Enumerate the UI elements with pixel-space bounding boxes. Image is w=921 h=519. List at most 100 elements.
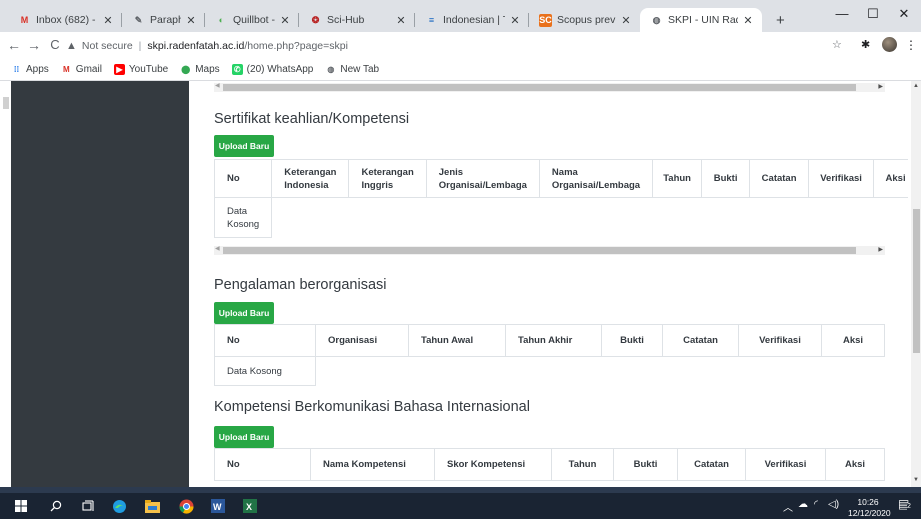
scrollbar-thumb[interactable] [223,84,856,91]
scrollbar-thumb[interactable] [913,209,920,353]
col-header: Skor Kompetensi [434,448,552,481]
upload-button-organisasi[interactable]: Upload Baru [214,302,274,324]
youtube-icon: ▶ [113,64,125,75]
close-tab-icon[interactable]: ✕ [395,14,407,27]
col-header: No [214,324,316,357]
bookmark-item[interactable]: ⁞⁞ Apps [11,64,49,75]
back-button[interactable]: ← [6,37,22,53]
tray-chevron-icon[interactable]: ︿ [783,499,793,514]
col-header: Catatan [749,159,810,198]
close-tab-icon[interactable]: ✕ [102,14,114,27]
bookmark-item[interactable]: ⬤ Maps [180,64,219,75]
browser-tab[interactable]: ◍ SKPI - UIN Raden ✕ [640,8,762,32]
security-label: Not secure [81,39,133,52]
horizontal-scrollbar[interactable]: ◀ ▶ [214,83,885,92]
close-window-button[interactable]: ✕ [889,6,919,22]
bookmark-item[interactable]: ▶ YouTube [113,64,168,75]
apps-grid-icon: ⁞⁞ [13,65,20,74]
scroll-right-icon[interactable]: ▶ [878,83,883,90]
bookmark-item[interactable]: ✆ (20) WhatsApp [231,64,314,75]
table-header-row: No Nama Kompetensi Skor Kompetensi Tahun… [214,448,885,481]
notification-count: 2 [907,503,911,510]
maximize-button[interactable]: ☐ [858,6,888,22]
close-tab-icon[interactable]: ✕ [279,14,291,27]
new-tab-button[interactable]: + [776,12,785,29]
vertical-scrollbar[interactable]: ▲ ▼ [911,81,921,487]
browser-tab[interactable]: ◐ Quillbot - Chrome ✕ [205,8,299,32]
gmail-icon: M [62,65,70,74]
browser-toolbar: ← → C ▲ Not secure | skpi.radenfatah.ac.… [0,32,921,59]
scrollbar-thumb[interactable] [223,247,856,254]
upload-button-sertifikat[interactable]: Upload Baru [214,135,274,157]
task-view-icon[interactable] [80,498,96,514]
table-row: Data Kosong [213,197,908,238]
minimize-button[interactable]: — [827,6,857,21]
gutter-handle [3,97,9,109]
empty-data-cell: Data Kosong [213,197,273,238]
wifi-icon[interactable]: ◜ [814,499,818,510]
scopus-icon: SC [539,13,552,27]
close-tab-icon[interactable]: ✕ [742,14,754,27]
left-gutter [0,81,11,487]
reload-button[interactable]: C [47,37,63,52]
url-host: skpi.radenfatah.ac.id [147,39,245,52]
bookmark-label: (20) WhatsApp [246,64,314,75]
edge-browser-icon[interactable] [111,498,127,514]
word-icon[interactable]: W [210,498,226,514]
search-icon[interactable] [48,498,64,514]
browser-tab[interactable]: M Inbox (682) - irhar ✕ [8,8,122,32]
table-header-row: No Organisasi Tahun Awal Tahun Akhir Buk… [214,324,885,357]
scroll-up-icon[interactable]: ▲ [913,83,919,89]
bookmark-label: New Tab [340,64,380,75]
file-explorer-icon[interactable] [144,498,160,514]
extension-icon[interactable]: ✱ [861,38,870,51]
forward-button[interactable]: → [26,37,42,53]
col-header: Aksi [821,324,885,357]
windows-start-icon[interactable] [13,498,29,514]
profile-avatar[interactable] [882,37,897,52]
tab-title: Indonesian | Thin [443,14,505,26]
close-tab-icon[interactable]: ✕ [620,14,632,27]
col-header: Verifikasi [745,448,826,481]
browser-tab[interactable]: SC Scopus preview - ✕ [529,8,640,32]
col-header: Nama Kompetensi [310,448,435,481]
maps-pin-icon: ⬤ [181,65,191,74]
tab-strip: M Inbox (682) - irhar ✕ ✎ Paraphrasing Tool ✕… [0,0,921,32]
bookmark-item[interactable]: ◍ New Tab [325,64,379,75]
tab-title: SKPI - UIN Raden [668,14,738,26]
excel-icon[interactable]: X [242,498,258,514]
star-icon[interactable]: ☆ [832,38,842,51]
menu-kebab-icon[interactable]: ⋮ [905,38,917,52]
browser-tab[interactable]: ❂ Sci-Hub ✕ [299,8,415,32]
scroll-down-icon[interactable]: ▼ [913,477,919,483]
horizontal-scrollbar[interactable]: ◀ ▶ [214,246,885,255]
bookmark-item[interactable]: M Gmail [61,64,102,75]
col-header: Catatan [662,324,739,357]
tab-title: Sci-Hub [327,14,365,26]
close-tab-icon[interactable]: ✕ [509,14,521,27]
bookmark-label: Apps [26,64,49,75]
scroll-left-icon[interactable]: ◀ [215,82,220,89]
notification-center-icon[interactable]: ▤ 2 [898,497,911,511]
browser-tab[interactable]: ✎ Paraphrasing Tool ✕ [122,8,205,32]
col-header: Keterangan Inggris [348,159,427,198]
scroll-left-icon[interactable]: ◀ [215,245,220,252]
browser-tab[interactable]: ≡ Indonesian | Thin ✕ [415,8,529,32]
onedrive-cloud-icon[interactable]: ☁ [798,499,808,510]
volume-icon[interactable]: ◁) [828,499,839,510]
tab-title: Scopus preview - [557,14,616,26]
chrome-icon[interactable] [178,498,194,514]
col-header: Tahun [551,448,614,481]
quillbot-icon: ✎ [134,14,143,25]
col-header: No [213,159,273,198]
address-bar[interactable]: ▲ Not secure | skpi.radenfatah.ac.id /ho… [66,36,836,55]
table-sertifikat: No Keterangan Indonesia Keterangan Inggr… [213,159,908,238]
close-tab-icon[interactable]: ✕ [185,14,197,27]
gmail-icon: M [20,15,29,25]
section-title-organisasi: Pengalaman berorganisasi [214,277,387,293]
taskbar-clock[interactable]: 10:26 12/12/2020 [848,497,891,519]
warning-icon: ▲ [66,39,77,52]
upload-button-bahasa[interactable]: Upload Baru [214,426,274,448]
sinta-icon: ≡ [428,15,435,25]
scroll-right-icon[interactable]: ▶ [878,246,883,253]
